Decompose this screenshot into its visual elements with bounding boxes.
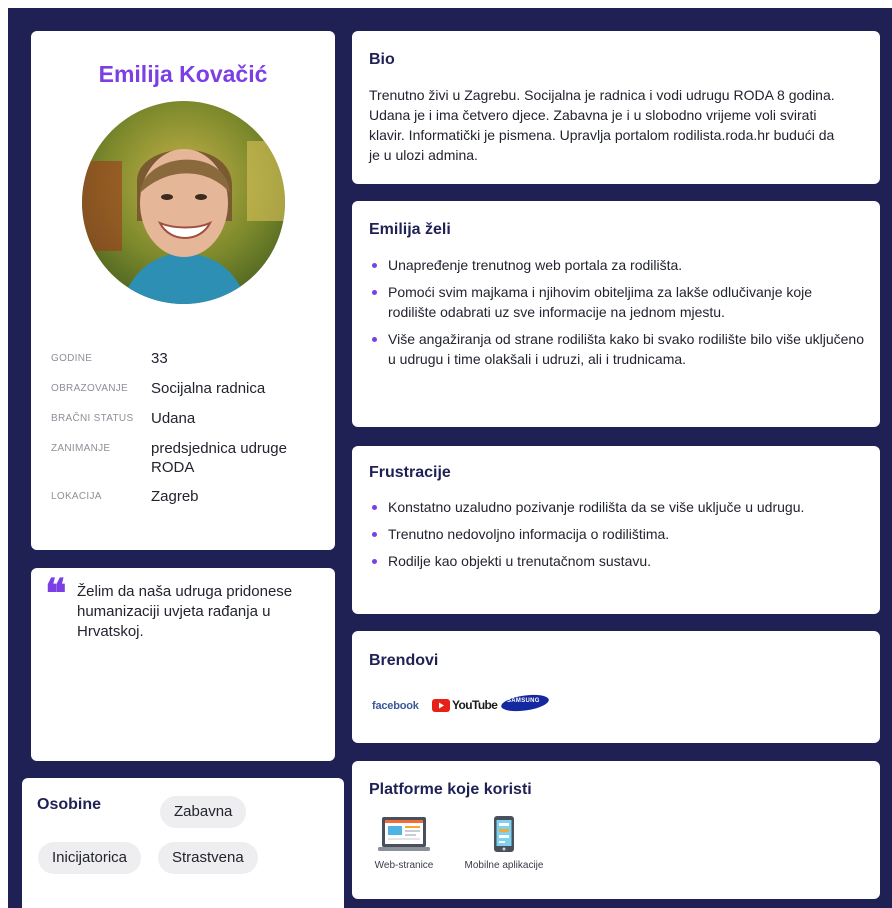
- traits-card: Osobine Zabavna Inicijatorica Strastvena: [22, 778, 344, 908]
- list-item: Konstatno uzaludno pozivanje rodilišta d…: [369, 497, 864, 517]
- traits-title: Osobine: [37, 796, 102, 813]
- facebook-logo: facebook: [372, 700, 419, 712]
- fact-education: OBRAZOVANJE Socijalna radnica: [51, 379, 321, 409]
- facts-list: GODINE 33 OBRAZOVANJE Socijalna radnica …: [51, 349, 321, 517]
- trait-tag: Zabavna: [160, 796, 247, 828]
- bio-text: Trenutno živi u Zagrebu. Socijalna je ra…: [369, 87, 835, 163]
- fact-value: Zagreb: [151, 488, 199, 505]
- trait-tag: Inicijatorica: [38, 842, 142, 874]
- fact-label: BRAČNI STATUS: [51, 413, 134, 424]
- fact-label: OBRAZOVANJE: [51, 383, 129, 394]
- profile-card: Emilija Kovačić GODINE 33 OBRAZOVANJE So…: [31, 31, 335, 550]
- avatar: [82, 101, 285, 304]
- brands-title: Brendovi: [369, 652, 439, 669]
- list-item: Pomoći svim majkama i njihovim obiteljim…: [369, 282, 864, 322]
- fact-value: Socijalna radnica: [151, 380, 266, 397]
- platform-label: Mobilne aplikacije: [464, 860, 544, 871]
- frustrations-title: Frustracije: [369, 464, 451, 481]
- fact-value: Udana: [151, 410, 196, 427]
- list-item: Rodilje kao objekti u trenutačnom sustav…: [369, 551, 864, 571]
- quote-icon: ❝: [45, 570, 67, 617]
- fact-label: ZANIMANJE: [51, 443, 111, 454]
- frustrations-list: Konstatno uzaludno pozivanje rodilišta d…: [369, 497, 864, 578]
- youtube-logo-icon: [432, 699, 450, 712]
- list-item: Više angažiranja od strane rodilišta kak…: [369, 329, 864, 369]
- frustrations-card: Frustracije Konstatno uzaludno pozivanje…: [352, 446, 880, 614]
- bio-title: Bio: [369, 51, 395, 68]
- samsung-logo: SAMSUNG: [500, 693, 550, 713]
- bio-card: Bio Trenutno živi u Zagrebu. Socijalna j…: [352, 31, 880, 184]
- brand-logos: facebook YouTube SAMSUNG: [369, 691, 769, 721]
- quote-card: ❝ Želim da naša udruga pridonese humaniz…: [31, 568, 335, 761]
- list-item: Unapređenje trenutnog web portala za rod…: [369, 255, 864, 275]
- mobile-phone-icon: [452, 813, 556, 857]
- platforms-title: Platforme koje koristi: [369, 781, 532, 798]
- persona-name: Emilija Kovačić: [98, 61, 268, 87]
- brands-card: Brendovi facebook YouTube SAMSUNG: [352, 631, 880, 743]
- fact-value: predsjednica udruge RODA: [151, 440, 287, 476]
- wants-list: Unapređenje trenutnog web portala za rod…: [369, 255, 864, 376]
- fact-location: LOKACIJA Zagreb: [51, 487, 321, 517]
- quote-text: Želim da naša udruga pridonese humanizac…: [77, 583, 293, 640]
- web-browser-icon: [366, 813, 442, 857]
- platform-web: Web-stranice: [366, 813, 442, 871]
- list-item: Trenutno nedovoljno informacija o rodili…: [369, 524, 864, 544]
- platform-mobile: Mobilne aplikacije: [452, 813, 556, 871]
- youtube-logo: YouTube: [452, 698, 498, 712]
- fact-marital-status: BRAČNI STATUS Udana: [51, 409, 321, 439]
- samsung-logo-text: SAMSUNG: [507, 698, 540, 704]
- wants-title: Emilija želi: [369, 221, 451, 238]
- fact-label: GODINE: [51, 353, 93, 364]
- wants-card: Emilija želi Unapređenje trenutnog web p…: [352, 201, 880, 427]
- platform-label: Web-stranice: [374, 860, 434, 871]
- fact-value: 33: [151, 350, 168, 367]
- trait-tag: Strastvena: [158, 842, 258, 874]
- platforms-card: Platforme koje koristi Web-stranice Mobi…: [352, 761, 880, 899]
- fact-occupation: ZANIMANJE predsjednica udruge RODA: [51, 439, 321, 487]
- fact-age: GODINE 33: [51, 349, 321, 379]
- fact-label: LOKACIJA: [51, 491, 102, 502]
